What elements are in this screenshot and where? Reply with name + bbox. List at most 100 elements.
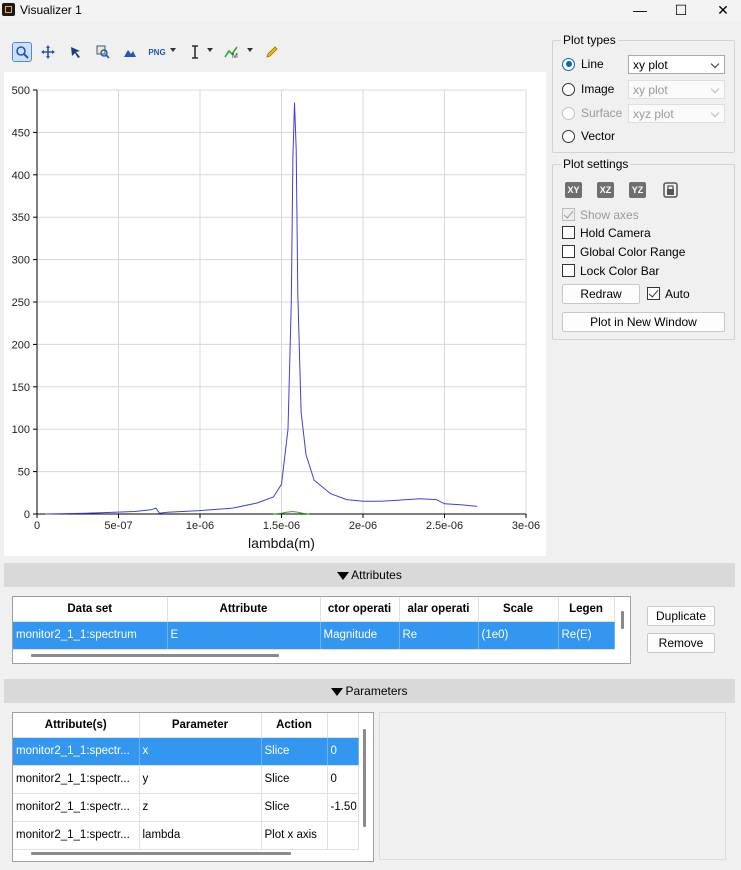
duplicate-button[interactable]: Duplicate: [647, 606, 715, 626]
column-header-parameter[interactable]: Parameter: [139, 713, 262, 738]
pencil-icon[interactable]: [262, 42, 282, 62]
global-color-range-check-icon[interactable]: [562, 245, 575, 258]
view-yz-icon[interactable]: YZ: [629, 182, 646, 198]
redraw-button[interactable]: Redraw: [562, 284, 640, 304]
select-arrow-icon[interactable]: [66, 42, 86, 62]
radio-image-label: Image: [581, 82, 615, 96]
minimize-button[interactable]: —: [618, 0, 662, 22]
table-cell[interactable]: Slice: [261, 737, 328, 766]
attributes-header-row: Data set Attribute ctor operati alar ope…: [13, 597, 615, 622]
close-button[interactable]: ✕: [701, 0, 741, 22]
column-header-attribute[interactable]: Attribute: [167, 597, 321, 622]
y-tick-label: 300: [12, 255, 30, 267]
radio-vector-label: Vector: [581, 129, 616, 143]
column-header-vector-operation[interactable]: ctor operati: [320, 597, 400, 622]
column-header-legend[interactable]: Legen: [558, 597, 615, 622]
global-color-range-checkbox[interactable]: Global Color Range: [562, 243, 685, 260]
view-xy-icon[interactable]: XY: [565, 182, 582, 198]
table-cell[interactable]: z: [139, 793, 262, 822]
lock-view-icon[interactable]: [663, 182, 678, 198]
table-cell[interactable]: x: [139, 737, 262, 766]
table-cell[interactable]: Magnitude: [320, 621, 400, 650]
column-header-scalar-operation[interactable]: alar operati: [399, 597, 479, 622]
column-header-data-set[interactable]: Data set: [13, 597, 168, 622]
view-xz-icon[interactable]: XZ: [597, 182, 614, 198]
lock-color-bar-check-icon[interactable]: [562, 264, 575, 277]
lock-color-bar-checkbox[interactable]: Lock Color Bar: [562, 262, 659, 279]
table-cell[interactable]: [327, 821, 359, 850]
text-dropdown-icon[interactable]: [207, 48, 213, 52]
zoom-icon[interactable]: [12, 42, 32, 62]
table-cell[interactable]: -1.50: [327, 793, 359, 822]
y-tick-label: 150: [12, 382, 30, 394]
chevron-down-icon: [710, 59, 720, 69]
table-cell[interactable]: lambda: [139, 821, 262, 850]
horizontal-scrollbar[interactable]: [31, 654, 279, 657]
table-cell[interactable]: Slice: [261, 765, 328, 794]
auto-check-icon[interactable]: [647, 287, 660, 300]
pan-icon[interactable]: [38, 42, 58, 62]
x-tick-label: 2.5e-06: [426, 520, 463, 532]
column-header-value[interactable]: [327, 713, 359, 738]
line-plot-combo[interactable]: xy plot: [628, 55, 725, 74]
table-cell[interactable]: 0: [327, 737, 359, 766]
table-cell[interactable]: Re(E): [558, 621, 615, 650]
table-cell[interactable]: monitor2_1_1:spectr...: [13, 793, 140, 822]
radio-vector-indicator[interactable]: [562, 129, 575, 143]
table-row[interactable]: monitor2_1_1:spectr... x Slice 0: [13, 737, 359, 766]
table-cell[interactable]: monitor2_1_1:spectrum: [13, 621, 168, 650]
zoom-region-icon[interactable]: [93, 42, 113, 62]
hold-camera-checkbox[interactable]: Hold Camera: [562, 224, 651, 241]
table-cell[interactable]: monitor2_1_1:spectr...: [13, 765, 140, 794]
maximize-button[interactable]: ☐: [659, 0, 703, 22]
auto-checkbox[interactable]: Auto: [647, 285, 690, 302]
plot-canvas[interactable]: 0 5e-07 1e-06 1.5e-06 2e-06 2.5e-06 3e-06 0 50 10…: [4, 72, 546, 556]
table-row[interactable]: monitor2_1_1:spectr... y Slice 0: [13, 765, 359, 794]
app-icon: [2, 3, 15, 16]
plot-in-new-window-button[interactable]: Plot in New Window: [562, 312, 725, 332]
horizontal-scrollbar[interactable]: [31, 852, 291, 855]
png-export-icon[interactable]: PNG: [148, 42, 166, 62]
radio-vector[interactable]: Vector: [562, 127, 615, 145]
y-tick-label: 0: [24, 509, 30, 521]
svg-text:M: M: [232, 53, 238, 59]
remove-button[interactable]: Remove: [647, 633, 715, 653]
column-header-attributes[interactable]: Attribute(s): [13, 713, 140, 738]
png-dropdown-icon[interactable]: [170, 48, 176, 52]
table-cell[interactable]: monitor2_1_1:spectr...: [13, 821, 140, 850]
table-row[interactable]: monitor2_1_1:spectr... z Slice -1.50: [13, 793, 359, 822]
attributes-header[interactable]: Attributes: [4, 563, 735, 587]
y-tick-label: 350: [12, 212, 30, 224]
table-row[interactable]: monitor2_1_1:spectrum E Magnitude Re (1e…: [13, 621, 615, 650]
radio-line[interactable]: Line: [562, 55, 604, 73]
table-cell[interactable]: Re: [399, 621, 479, 650]
vertical-scrollbar[interactable]: [363, 729, 366, 827]
column-header-scale[interactable]: Scale: [478, 597, 559, 622]
lock-color-bar-label: Lock Color Bar: [580, 263, 660, 278]
x-tick-label: 2e-06: [349, 520, 377, 532]
table-cell[interactable]: E: [167, 621, 321, 650]
table-cell[interactable]: (1e0): [478, 621, 559, 650]
table-cell[interactable]: Plot x axis: [261, 821, 328, 850]
radio-image-indicator[interactable]: [562, 82, 575, 96]
hold-camera-label: Hold Camera: [580, 225, 651, 240]
hold-camera-check-icon[interactable]: [562, 226, 575, 239]
x-tick-label: 1e-06: [186, 520, 214, 532]
table-cell[interactable]: 0: [327, 765, 359, 794]
table-cell[interactable]: y: [139, 765, 262, 794]
vertical-scrollbar[interactable]: [621, 611, 624, 629]
radio-line-indicator[interactable]: [562, 57, 575, 71]
text-cursor-icon[interactable]: [185, 42, 205, 62]
column-header-action[interactable]: Action: [261, 713, 328, 738]
table-cell[interactable]: Slice: [261, 793, 328, 822]
marker-icon[interactable]: M: [222, 42, 242, 62]
show-axes-checkbox: Show axes: [562, 206, 639, 223]
mountain-icon[interactable]: [120, 42, 140, 62]
parameters-header[interactable]: Parameters: [4, 679, 735, 703]
marker-dropdown-icon[interactable]: [247, 48, 253, 52]
radio-image[interactable]: Image: [562, 80, 614, 98]
x-tick-label: 1.5e-06: [263, 520, 300, 532]
table-row[interactable]: monitor2_1_1:spectr... lambda Plot x axi…: [13, 821, 359, 850]
radio-surface-indicator: [562, 106, 575, 120]
table-cell[interactable]: monitor2_1_1:spectr...: [13, 737, 140, 766]
